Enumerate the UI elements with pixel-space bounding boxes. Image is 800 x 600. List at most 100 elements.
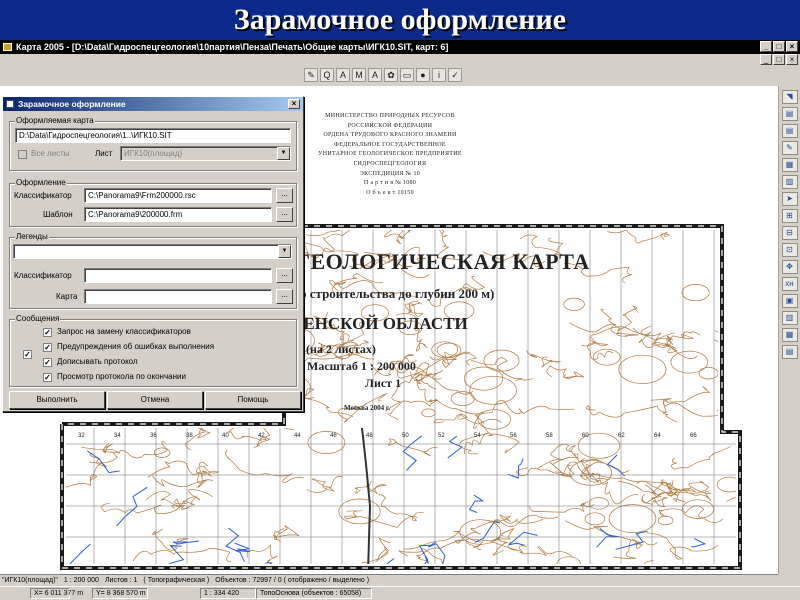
- header-line: ОРДЕНА ТРУДОВОГО КРАСНОГО ЗНАМЕНИ: [323, 132, 457, 139]
- river-line: [691, 538, 707, 548]
- coords-icon[interactable]: xн: [781, 277, 798, 291]
- stop-icon[interactable]: ●: [416, 68, 430, 82]
- map-path-field[interactable]: D:\Data\Гидроспецгеология\1..\ИГК10.SIT: [15, 128, 291, 143]
- contour-loop: [670, 350, 709, 374]
- contour-loop: [608, 504, 657, 533]
- zoom-icon[interactable]: Q: [320, 68, 334, 82]
- mdi-minimize-button[interactable]: _: [760, 54, 772, 65]
- contour-line: [718, 325, 736, 343]
- header-line: ЭКСПЕДИЦИЯ № 10: [359, 170, 421, 177]
- contour-line: [563, 458, 630, 475]
- status-cell: "ИГК10(площад)": [2, 577, 58, 584]
- design-classifier-field[interactable]: C:\Panorama9\Frm200000.rsc: [84, 188, 272, 203]
- river-line: [166, 545, 185, 564]
- template-field[interactable]: C:\Panorama9\200000.frm: [84, 207, 272, 222]
- map-group-label: Оформляемая карта: [15, 116, 95, 126]
- contour-loop: [469, 375, 517, 405]
- message-checkbox-view[interactable]: ✓: [43, 373, 52, 382]
- legend-select-arrow[interactable]: ▼: [278, 245, 291, 258]
- coord-y: Y= 8 368 570 m: [92, 588, 148, 599]
- dialog-title: Зарамочное оформление: [18, 99, 126, 109]
- message-checkbox-replace[interactable]: ✓: [43, 328, 52, 337]
- railway-line: [361, 427, 372, 564]
- contour-line: [744, 363, 778, 378]
- mdi-restore-button[interactable]: □: [773, 54, 785, 65]
- table-icon[interactable]: ▦: [781, 328, 798, 342]
- text-a-icon[interactable]: A: [336, 68, 350, 82]
- contour-line: [632, 327, 698, 359]
- grid-number: 64: [654, 433, 661, 439]
- status-cell: 1 : 200 000: [63, 577, 99, 584]
- contour-line: [476, 400, 575, 416]
- contour-loop: [338, 498, 381, 525]
- sheet-select[interactable]: ИГК10(площад): [120, 146, 291, 161]
- grid-number: 60: [582, 433, 589, 439]
- sheet-select-arrow[interactable]: ▼: [277, 147, 290, 160]
- legend-select[interactable]: [13, 244, 292, 259]
- grid-number: 52: [438, 433, 445, 439]
- app-icon: [3, 43, 12, 51]
- legend-map-field[interactable]: [84, 289, 272, 304]
- list-icon[interactable]: ▤: [781, 345, 798, 359]
- legend-classifier-label: Классификатор: [14, 271, 72, 280]
- select-icon[interactable]: ◥: [781, 90, 798, 104]
- legend-classifier-field[interactable]: [84, 268, 272, 283]
- measure-icon[interactable]: A: [368, 68, 382, 82]
- header-line: ГИДРОСПЕЦГЕОЛОГИЯ: [353, 160, 427, 167]
- contour-line: [671, 446, 731, 470]
- map-icon[interactable]: ▥: [781, 311, 798, 325]
- help-button[interactable]: Помощь: [205, 391, 301, 409]
- contour-line: [525, 350, 561, 367]
- symbol-icon[interactable]: ▣: [781, 294, 798, 308]
- measure-icon[interactable]: ⊡: [781, 243, 798, 257]
- messages-group-label: Сообщения: [15, 314, 61, 324]
- minimize-button[interactable]: _: [760, 41, 772, 52]
- legend-group-label: Легенды: [15, 232, 49, 242]
- contour-line: [585, 405, 667, 418]
- contour-line: [306, 475, 342, 493]
- cancel-button[interactable]: Отмена: [107, 391, 203, 409]
- contour-line: [387, 438, 438, 457]
- message-checkbox-warnings[interactable]: ✓: [43, 343, 52, 352]
- edit-icon[interactable]: ✎: [781, 141, 798, 155]
- river-line: [402, 435, 423, 471]
- palette-icon[interactable]: ✿: [384, 68, 398, 82]
- message-label-view: Просмотр протокола по окончании: [57, 372, 186, 381]
- paint-icon[interactable]: ▦: [781, 158, 798, 172]
- mdi-close-button[interactable]: ×: [786, 54, 798, 65]
- ruler-icon[interactable]: ⊟: [781, 226, 798, 240]
- move-icon[interactable]: ✥: [781, 260, 798, 274]
- arrow-icon[interactable]: ➤: [781, 192, 798, 206]
- run-button[interactable]: Выполнить: [9, 391, 105, 409]
- status-cell: Листов : 1: [104, 577, 138, 584]
- messages-master-checkbox[interactable]: ✓: [23, 350, 32, 359]
- contour-line: [740, 295, 778, 315]
- all-sheets-label: Все листы: [31, 149, 70, 158]
- pointer-icon[interactable]: ✎: [304, 68, 318, 82]
- info-icon[interactable]: i: [432, 68, 446, 82]
- message-checkbox-append[interactable]: ✓: [43, 358, 52, 367]
- design-classifier-browse-button[interactable]: ...: [276, 188, 293, 203]
- window-title: Карта 2005 - [D:\Data\Гидроспецгеология\…: [16, 42, 449, 52]
- contour-line: [361, 537, 391, 564]
- layer-icon[interactable]: ▤: [781, 107, 798, 121]
- info-icon[interactable]: ▤: [781, 124, 798, 138]
- map-sheet-number: Лист 1: [365, 376, 402, 390]
- maximize-button[interactable]: □: [773, 41, 785, 52]
- window-titlebar: Карта 2005 - [D:\Data\Гидроспецгеология\…: [0, 40, 800, 54]
- all-sheets-checkbox[interactable]: [18, 150, 27, 159]
- template-browse-button[interactable]: ...: [276, 207, 293, 222]
- grid-icon[interactable]: ⊞: [781, 209, 798, 223]
- close-button[interactable]: ×: [786, 41, 798, 52]
- pin-icon[interactable]: ✓: [448, 68, 462, 82]
- legend-map-browse-button[interactable]: ...: [276, 289, 293, 304]
- contour-line: [465, 528, 515, 549]
- legend-classifier-browse-button[interactable]: ...: [276, 268, 293, 283]
- text-m-icon[interactable]: M: [352, 68, 366, 82]
- dialog-close-button[interactable]: ×: [288, 99, 300, 109]
- layers-icon[interactable]: ▧: [781, 175, 798, 189]
- grid-number: 40: [222, 433, 229, 439]
- print-icon[interactable]: ▭: [400, 68, 414, 82]
- status-layer: ТопоОснова (объектов : 65058): [256, 588, 372, 599]
- status-cell: ( Топографическая ): [143, 577, 210, 584]
